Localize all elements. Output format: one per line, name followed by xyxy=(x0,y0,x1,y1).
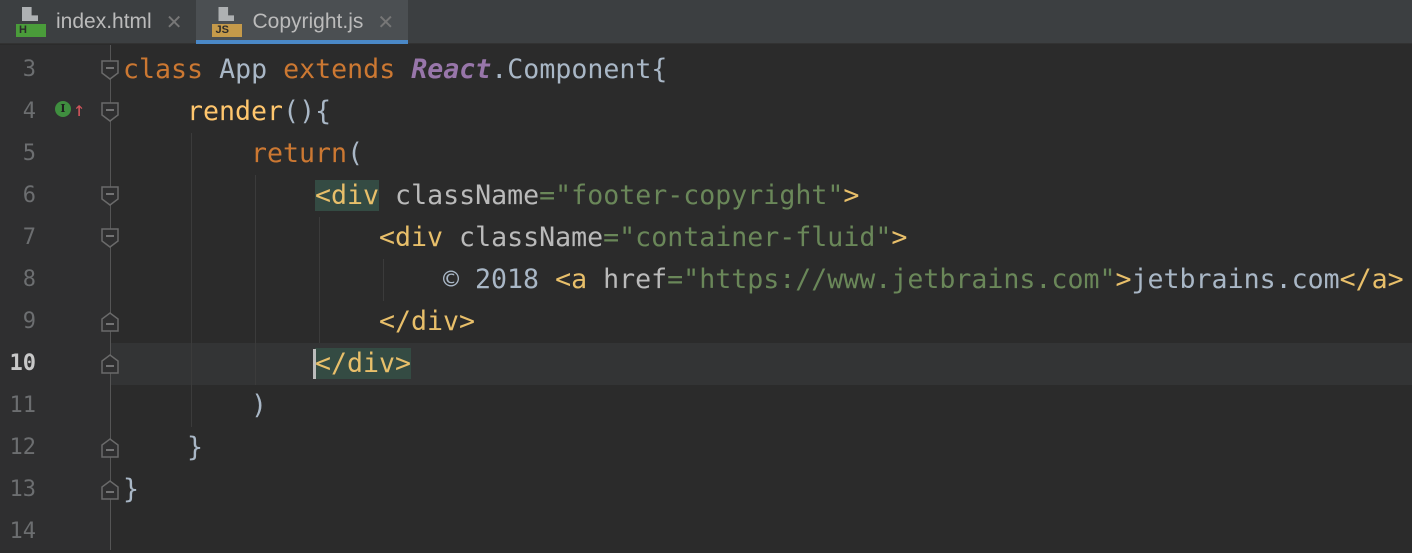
file-type-icon: H xyxy=(16,7,46,37)
code-token: ="https://www.jetbrains.com" xyxy=(667,264,1116,295)
code-token: © 2018 xyxy=(443,264,556,295)
fold-start-icon[interactable] xyxy=(101,102,119,122)
line-number: 3 xyxy=(22,57,36,82)
close-tab-icon[interactable]: ✕ xyxy=(166,10,183,35)
line-number: 4 xyxy=(22,99,36,124)
code-line: ) xyxy=(251,385,267,427)
code-token: } xyxy=(123,474,140,505)
code-token: <a xyxy=(555,264,588,295)
code-line: } xyxy=(123,469,139,511)
code-token: </a> xyxy=(1339,264,1404,295)
line-number: 7 xyxy=(22,225,36,250)
code-token: ="container-fluid" xyxy=(603,222,892,253)
code-token: render xyxy=(187,96,284,127)
code-token: className xyxy=(379,180,540,211)
fold-start-icon[interactable] xyxy=(101,186,119,206)
code-token: > xyxy=(843,180,860,211)
code-line: render(){ xyxy=(187,91,331,133)
line-number: 11 xyxy=(9,393,37,418)
go-to-super-arrow-icon[interactable]: ↑ xyxy=(73,98,85,120)
code-line: </div> xyxy=(379,301,475,343)
editor-tab-bar: Hindex.html ✕ JS Copyright.js ✕ xyxy=(0,0,1412,44)
fold-end-icon[interactable] xyxy=(101,438,119,458)
code-line: class App extends React.Component{ xyxy=(123,49,667,91)
fold-end-icon[interactable] xyxy=(101,312,119,332)
line-number: 8 xyxy=(22,267,36,292)
text-caret xyxy=(313,349,316,379)
tab-label: Copyright.js xyxy=(252,10,364,33)
code-token: href xyxy=(587,264,668,295)
implements-method-icon[interactable]: I xyxy=(55,101,71,117)
code-token: jetbrains.com xyxy=(1131,264,1340,295)
code-line: return( xyxy=(251,133,363,175)
code-token: (){ xyxy=(283,96,332,127)
code-token: > xyxy=(891,222,908,253)
code-token: .Component{ xyxy=(491,54,668,85)
code-token: React xyxy=(411,54,492,85)
tab-copyright-js[interactable]: JS Copyright.js ✕ xyxy=(196,0,409,44)
code-token: <div xyxy=(379,222,444,253)
line-number: 6 xyxy=(22,183,36,208)
indent-guide xyxy=(191,133,192,427)
line-number: 14 xyxy=(9,519,37,544)
code-token: ="footer-copyright" xyxy=(539,180,844,211)
code-token: <div xyxy=(315,180,380,211)
code-token: class xyxy=(123,54,220,85)
code-line: <div className="footer-copyright"> xyxy=(315,175,859,217)
code-token: > xyxy=(1115,264,1132,295)
fold-end-icon[interactable] xyxy=(101,480,119,500)
code-token: App xyxy=(219,54,284,85)
line-number: 13 xyxy=(9,477,37,502)
code-line: } xyxy=(187,427,203,469)
code-line: © 2018 <a href="https://www.jetbrains.co… xyxy=(443,259,1404,301)
indent-guide xyxy=(319,217,320,343)
code-line: </div> xyxy=(315,343,412,385)
code-token: </div> xyxy=(315,348,412,379)
code-token: ( xyxy=(347,138,364,169)
code-token: extends xyxy=(283,54,412,85)
current-line-highlight xyxy=(111,343,1412,385)
indent-guide xyxy=(383,259,384,301)
tab-index-html[interactable]: Hindex.html ✕ xyxy=(0,0,196,44)
line-number: 5 xyxy=(22,141,36,166)
fold-start-icon[interactable] xyxy=(101,60,119,80)
code-token: className xyxy=(443,222,604,253)
code-token: </div> xyxy=(379,306,476,337)
indent-guide xyxy=(255,175,256,385)
line-number: 12 xyxy=(9,435,37,460)
code-token: return xyxy=(251,138,348,169)
fold-start-icon[interactable] xyxy=(101,228,119,248)
line-number: 10 xyxy=(9,351,37,376)
tab-label: index.html xyxy=(56,10,152,33)
code-token: } xyxy=(187,432,204,463)
file-type-icon: JS xyxy=(212,7,243,37)
close-tab-icon[interactable]: ✕ xyxy=(377,10,394,35)
code-token: ) xyxy=(251,390,268,421)
line-number: 9 xyxy=(22,309,36,334)
code-line: <div className="container-fluid"> xyxy=(379,217,907,259)
fold-end-icon[interactable] xyxy=(101,354,119,374)
